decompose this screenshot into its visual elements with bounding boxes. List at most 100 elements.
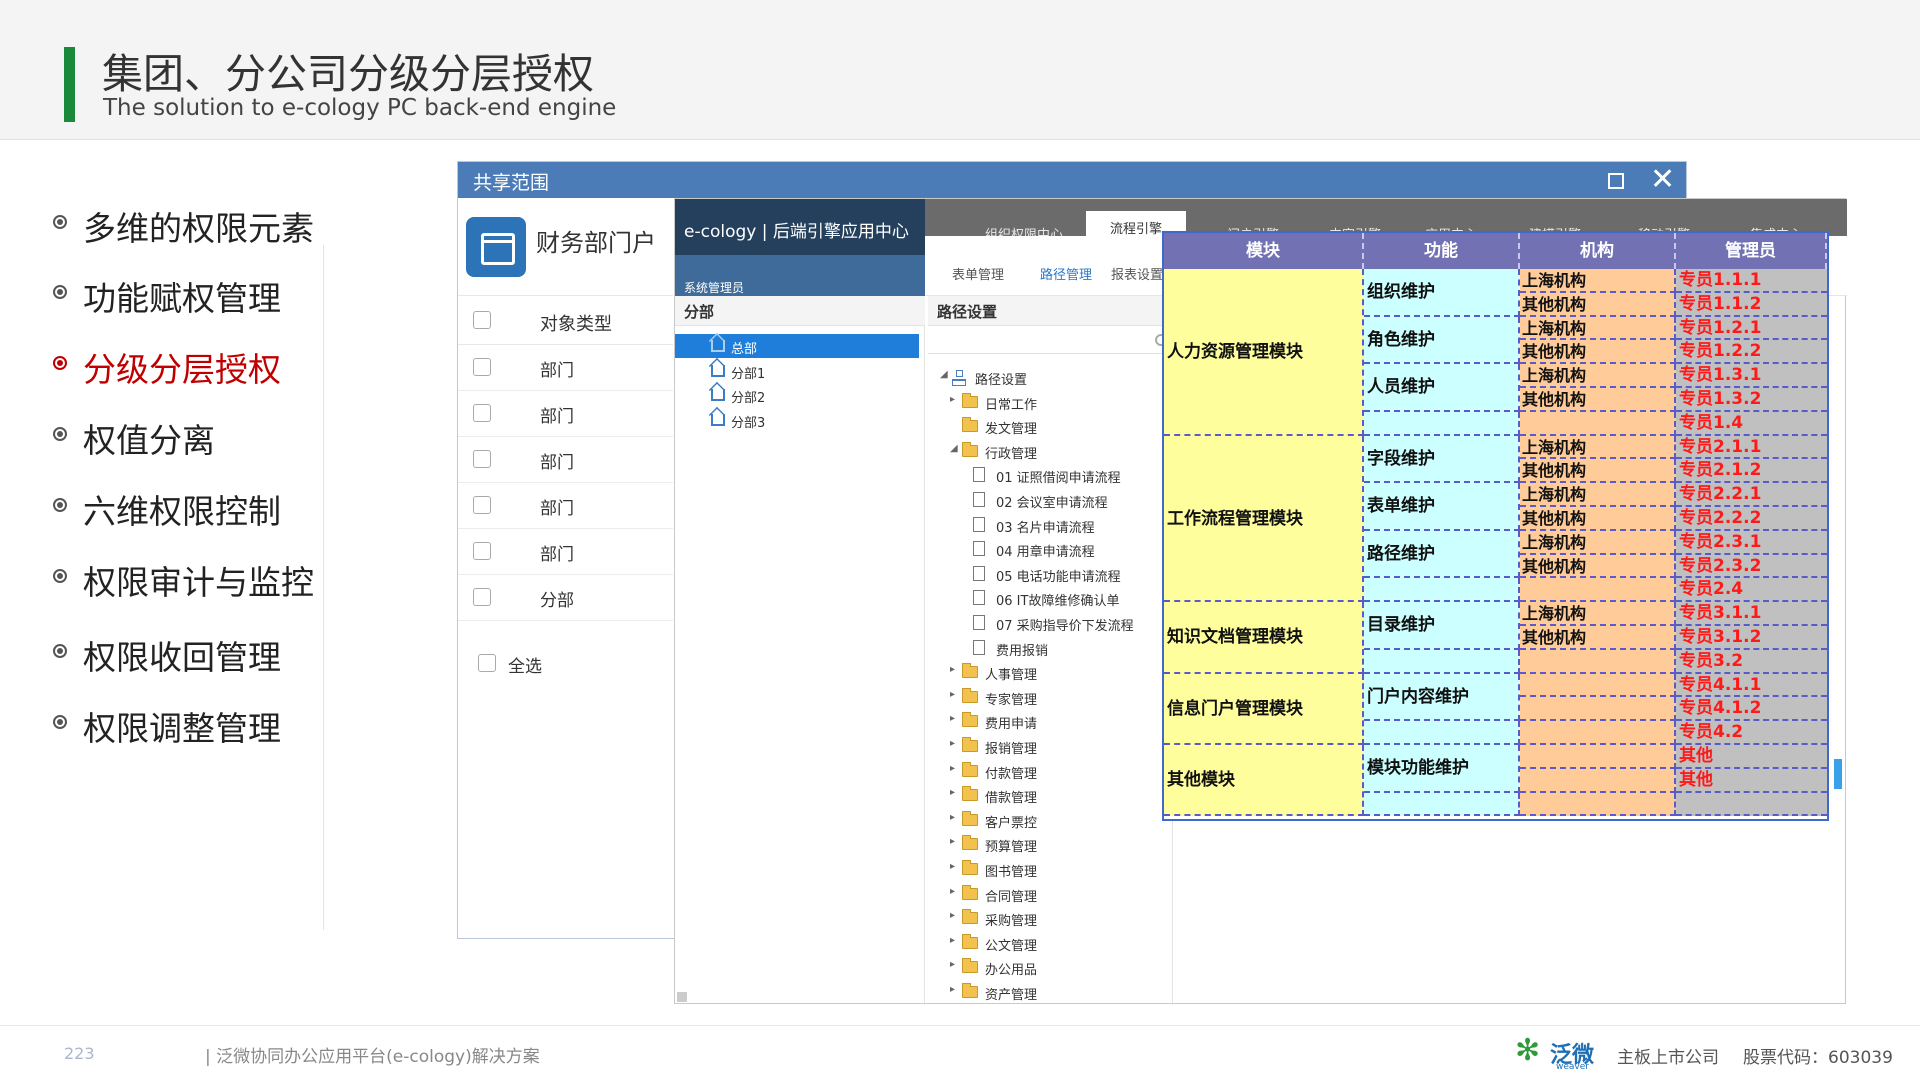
- tab-sub-nav[interactable]: 表单管理: [952, 264, 1004, 283]
- tree-toggle-icon[interactable]: ◢: [940, 369, 948, 380]
- branch-tree: 总部 分部1 分部2 分部3: [675, 326, 925, 1005]
- slide: 集团、分公司分级分层授权 The solution to e-cology PC…: [0, 0, 1920, 1080]
- tree-item-path[interactable]: ▸ 付款管理: [950, 760, 1172, 782]
- tree-toggle-icon[interactable]: ▸: [950, 836, 955, 847]
- path-search[interactable]: [928, 326, 1173, 354]
- tab-sub-nav[interactable]: 路径管理: [1040, 264, 1092, 283]
- tree-item-path[interactable]: 06 IT故障维修确认单: [961, 587, 1172, 609]
- row-checkbox[interactable]: [473, 496, 491, 514]
- tree-item-path[interactable]: ▸ 合同管理: [950, 883, 1172, 905]
- tree-item-path[interactable]: 04 用章申请流程: [961, 538, 1172, 560]
- tree-item-label: 07 采购指导价下发流程: [996, 619, 1134, 634]
- tree-item-label: 专家管理: [985, 692, 1038, 708]
- close-icon[interactable]: ✕: [1650, 162, 1675, 198]
- row-checkbox[interactable]: [473, 542, 491, 560]
- tree-item-path[interactable]: ▸ 人事管理: [950, 661, 1172, 683]
- table-header-cell: 功能: [1364, 233, 1520, 269]
- portal-icon: [466, 217, 526, 277]
- folder-icon: [962, 392, 978, 408]
- admin-cell: 专员1.1.2: [1676, 292, 1827, 317]
- header-checkbox[interactable]: [473, 311, 491, 329]
- tree-item-path[interactable]: 05 电话功能申请流程: [961, 563, 1172, 585]
- tree-item-path[interactable]: ▸ 日常工作: [950, 391, 1172, 413]
- tree-toggle-icon[interactable]: ◢: [950, 443, 958, 454]
- admin-cell: 专员2.3.2: [1676, 554, 1827, 579]
- row-checkbox[interactable]: [473, 358, 491, 376]
- tree-item-path[interactable]: 费用报销: [961, 637, 1172, 659]
- row-object-type: 部门: [540, 407, 574, 427]
- tree-item-path[interactable]: ▸ 客户票控: [950, 809, 1172, 831]
- tree-item-path[interactable]: ▸ 图书管理: [950, 858, 1172, 880]
- table-row[interactable]: 部门: [458, 391, 673, 437]
- module-cell: 知识文档管理模块: [1164, 602, 1364, 674]
- tree-toggle-icon[interactable]: ▸: [950, 664, 955, 675]
- org-cell: [1520, 649, 1676, 674]
- tree-toggle-icon[interactable]: ▸: [950, 689, 955, 700]
- tree-toggle-icon[interactable]: ▸: [950, 812, 955, 823]
- tree-toggle-icon[interactable]: ▸: [950, 959, 955, 970]
- tree-toggle-icon[interactable]: ▸: [950, 935, 955, 946]
- table-row[interactable]: 分部: [458, 575, 673, 621]
- tree-item-label: 费用报销: [996, 643, 1049, 659]
- tree-item-path[interactable]: ▸ 办公用品: [950, 956, 1172, 978]
- tree-item-branch[interactable]: 分部3: [675, 408, 919, 432]
- tree-toggle-icon[interactable]: ▸: [950, 886, 955, 897]
- function-cell: [1364, 411, 1520, 436]
- row-checkbox[interactable]: [473, 450, 491, 468]
- share-table-header: 对象类型: [458, 295, 673, 345]
- tree-item-branch[interactable]: 总部: [675, 334, 919, 358]
- tree-toggle-icon[interactable]: ▸: [950, 984, 955, 995]
- tree-toggle-icon[interactable]: ▸: [950, 763, 955, 774]
- tree-item-label: 借款管理: [985, 791, 1038, 807]
- tree-toggle-icon[interactable]: ▸: [950, 787, 955, 798]
- table-row[interactable]: 部门: [458, 437, 673, 483]
- tree-item-path[interactable]: ▸ 采购管理: [950, 907, 1172, 929]
- tree-item-path[interactable]: ◢ 行政管理: [950, 440, 1172, 462]
- tree-toggle-icon[interactable]: ▸: [950, 738, 955, 749]
- tree-item-path[interactable]: 02 会议室申请流程: [961, 489, 1172, 511]
- tree-item-path[interactable]: ▸ 借款管理: [950, 784, 1172, 807]
- tree-item-path[interactable]: ▸ 资产管理: [950, 981, 1172, 1003]
- tree-item-path[interactable]: 发文管理: [950, 415, 1172, 437]
- tree-toggle-icon[interactable]: ▸: [950, 910, 955, 921]
- scrollbar-thumb[interactable]: [1834, 759, 1842, 789]
- tree-item-path[interactable]: 01 证照借阅申请流程: [961, 464, 1172, 486]
- tree-item-label: 日常工作: [985, 397, 1038, 413]
- tree-toggle-icon[interactable]: ▸: [950, 713, 955, 724]
- tree-toggle-icon[interactable]: ▸: [950, 394, 955, 405]
- function-cell: [1364, 721, 1520, 745]
- file-icon: [973, 565, 985, 581]
- tree-item-path[interactable]: ◢ 路径设置: [940, 366, 1165, 388]
- tree-item-path[interactable]: ▸ 预算管理: [950, 833, 1172, 855]
- menu-item-label: 权值分离: [83, 421, 215, 460]
- tab-sub-nav[interactable]: 报表设置: [1111, 264, 1163, 283]
- admin-cell: 专员1.2.2: [1676, 340, 1827, 365]
- tree-item-path[interactable]: ▸ 专家管理: [950, 686, 1172, 708]
- maximize-icon[interactable]: [1608, 173, 1624, 189]
- tree-item-path[interactable]: ▸ 报销管理: [950, 735, 1172, 757]
- row-object-type: 分部: [540, 591, 574, 611]
- admin-cell: 专员2.1.2: [1676, 459, 1827, 484]
- row-checkbox[interactable]: [473, 588, 491, 606]
- tree-item-path[interactable]: 07 采购指导价下发流程: [961, 612, 1172, 634]
- tree-item-path[interactable]: ▸ 费用申请: [950, 710, 1172, 732]
- menu-item-label: 权限调整管理: [83, 709, 281, 748]
- brand-title: e-cology | 后端引擎应用中心: [684, 222, 909, 242]
- table-row[interactable]: 部门: [458, 345, 673, 391]
- home-icon: [711, 340, 725, 352]
- table-row[interactable]: 部门: [458, 529, 673, 575]
- brand-panel: e-cology | 后端引擎应用中心 系统管理员: [675, 199, 925, 296]
- select-all-label: 全选: [508, 657, 542, 677]
- select-all-checkbox[interactable]: [478, 654, 496, 672]
- row-checkbox[interactable]: [473, 404, 491, 422]
- tree-item-path[interactable]: 03 名片申请流程: [961, 514, 1172, 536]
- tree-toggle-icon[interactable]: ▸: [950, 861, 955, 872]
- tree-item-branch[interactable]: 分部2: [675, 383, 919, 407]
- admin-cell: 专员4.1.1: [1676, 673, 1827, 698]
- home-icon: [711, 389, 725, 401]
- tree-item-branch[interactable]: 分部1: [675, 359, 919, 383]
- scrollbar-corner[interactable]: [677, 992, 687, 1002]
- table-row[interactable]: 部门: [458, 483, 673, 529]
- tree-item-label: 路径设置: [975, 373, 1028, 388]
- tree-item-path[interactable]: ▸ 公文管理: [950, 932, 1172, 954]
